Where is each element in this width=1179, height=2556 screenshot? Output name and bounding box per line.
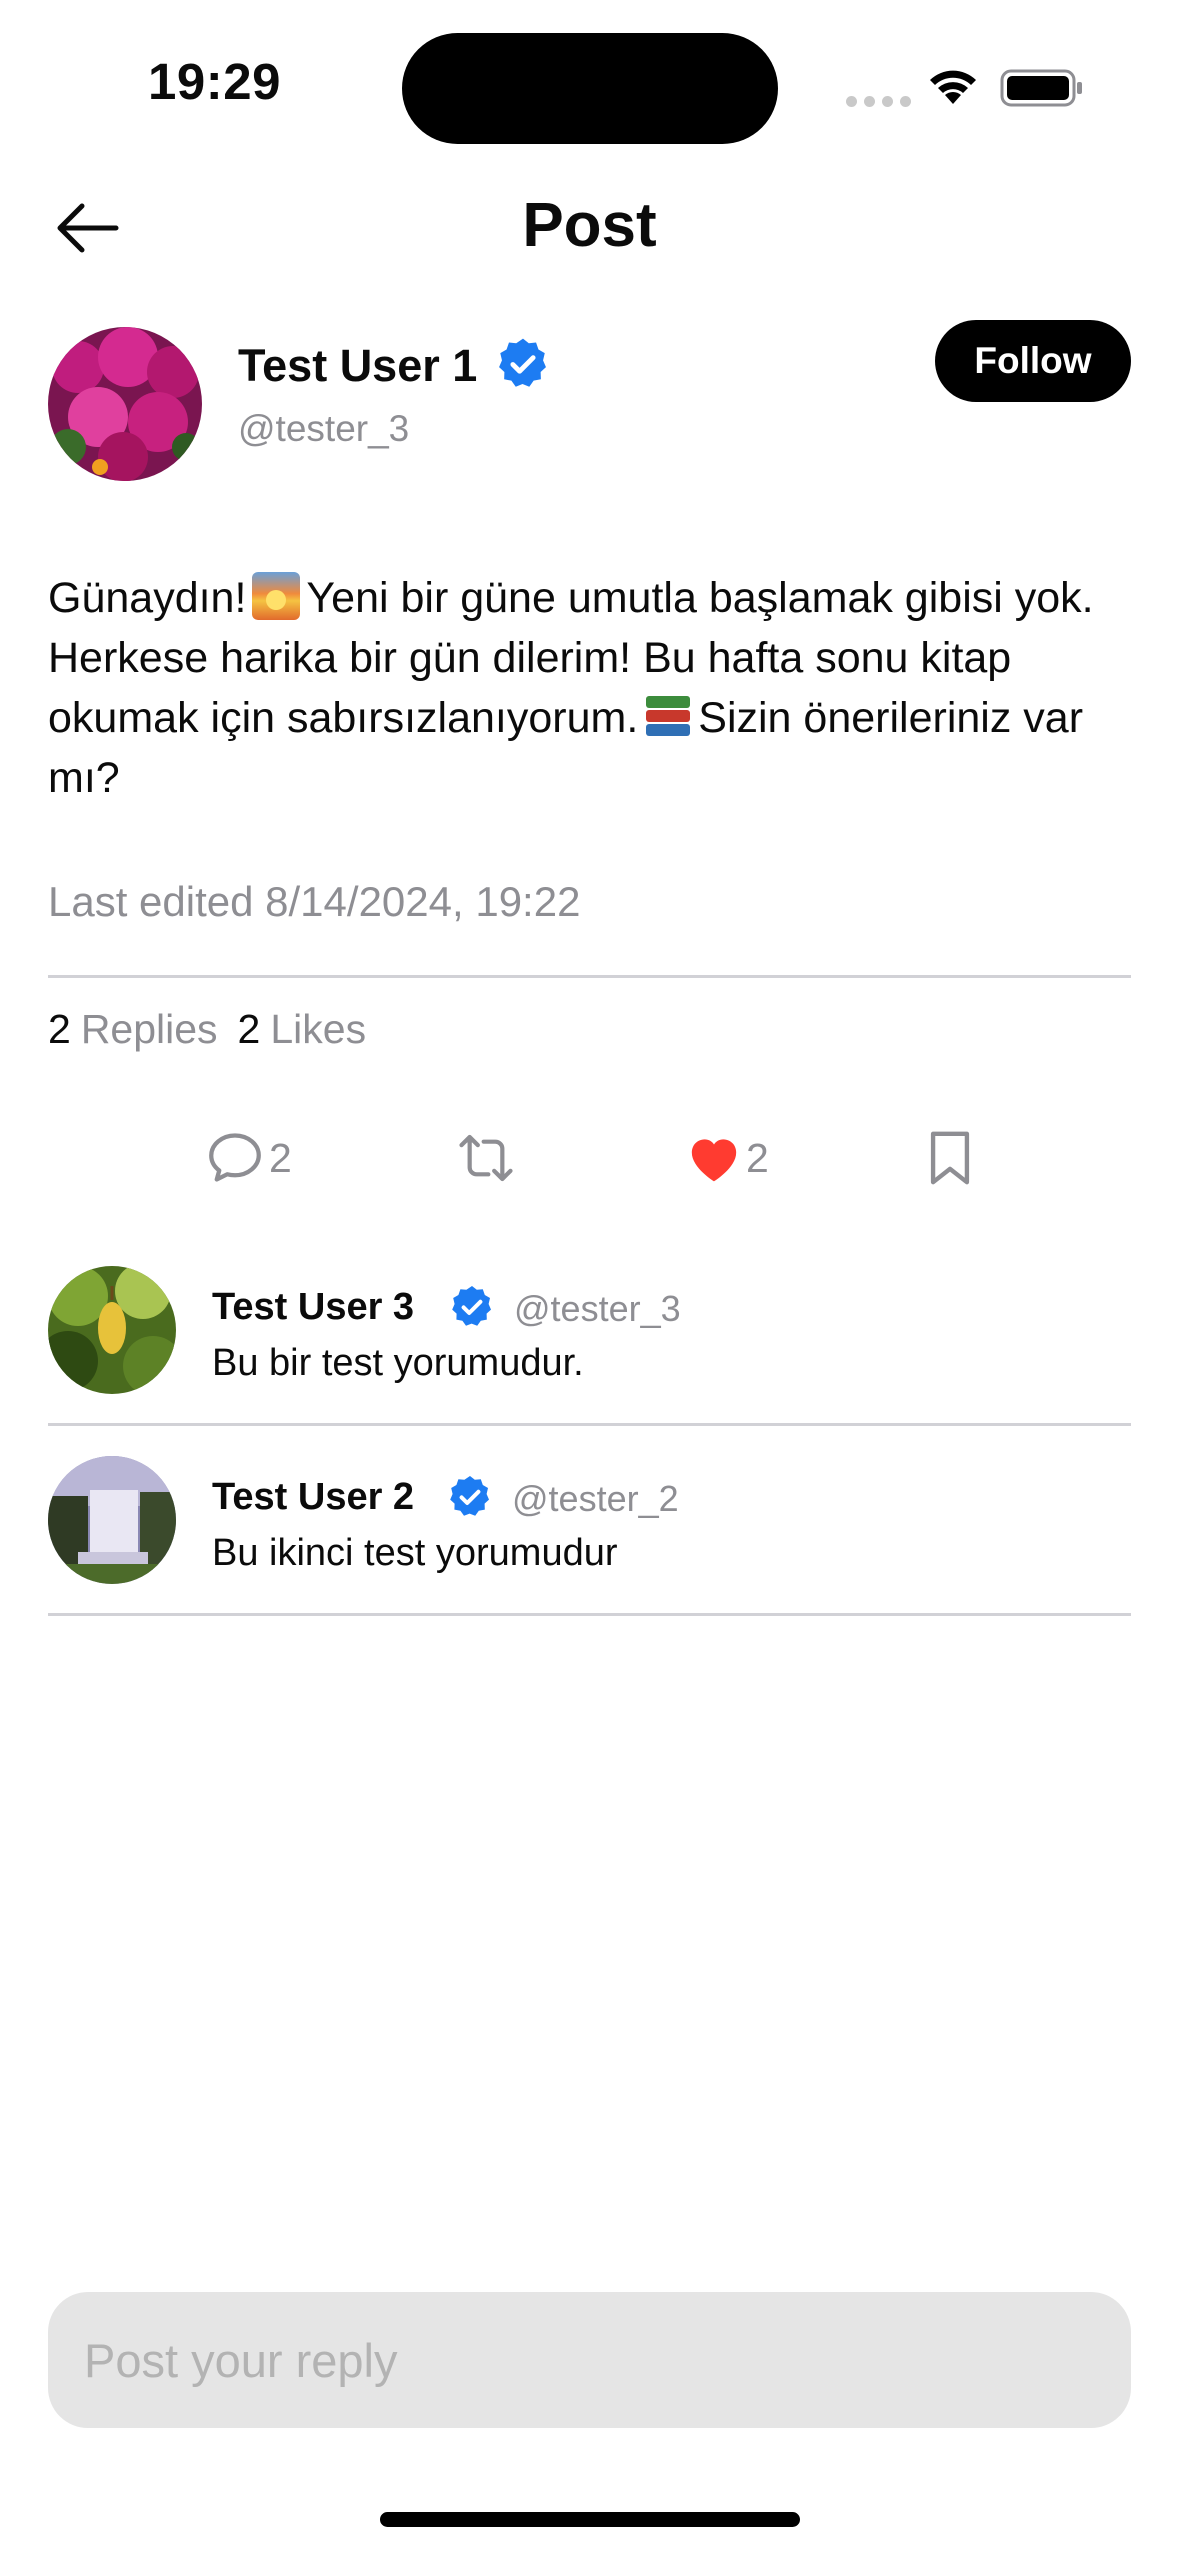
post-stats: 2 Replies 2 Likes	[48, 1006, 386, 1053]
bookmark-action-button[interactable]	[928, 1126, 972, 1190]
status-time: 19:29	[148, 53, 281, 110]
likes-count: 2	[237, 1006, 261, 1052]
divider	[48, 1423, 1131, 1426]
reply-count: 2	[269, 1134, 292, 1181]
books-emoji-icon	[644, 692, 692, 740]
post-text-part: Günaydın!	[48, 574, 247, 622]
reply-text: Bu bir test yorumudur.	[212, 1342, 584, 1384]
replies-count: 2	[48, 1006, 71, 1052]
reply-avatar[interactable]	[48, 1456, 176, 1584]
like-count: 2	[746, 1134, 769, 1181]
reply-author-handle: @tester_3	[514, 1288, 681, 1329]
wifi-icon	[926, 66, 980, 111]
page-title: Post	[522, 191, 657, 260]
verified-badge-icon	[446, 1473, 494, 1526]
author-handle: @tester_3	[238, 408, 410, 449]
likes-label[interactable]: Likes	[270, 1006, 366, 1052]
divider	[48, 1613, 1131, 1616]
repost-icon	[459, 1134, 513, 1182]
divider	[48, 975, 1131, 978]
reply-input[interactable]	[48, 2292, 1131, 2428]
reply-author-name[interactable]: Test User 3	[212, 1286, 414, 1329]
dynamic-island	[402, 33, 778, 144]
reply-action-button[interactable]: 2	[205, 1126, 292, 1190]
comment-icon	[209, 1133, 261, 1182]
reply-author-handle: @tester_2	[512, 1478, 679, 1519]
follow-button[interactable]: Follow	[935, 320, 1131, 402]
like-action-button[interactable]: 2	[686, 1126, 769, 1190]
heart-filled-icon	[691, 1139, 737, 1182]
replies-label[interactable]: Replies	[81, 1006, 218, 1052]
home-indicator[interactable]	[380, 2512, 800, 2527]
post-text: Günaydın! Yeni bir güne umutla başlamak g…	[48, 568, 1138, 808]
bookmark-icon	[930, 1131, 970, 1185]
verified-badge-icon	[494, 335, 552, 398]
cellular-signal-icon	[846, 96, 911, 107]
reply-author-name[interactable]: Test User 2	[212, 1476, 414, 1519]
author-name[interactable]: Test User 1	[238, 340, 477, 392]
battery-icon	[1000, 69, 1084, 112]
sunrise-emoji-icon	[252, 572, 301, 620]
author-avatar[interactable]	[48, 327, 202, 481]
reply-avatar[interactable]	[48, 1266, 176, 1394]
reply-text: Bu ikinci test yorumudur	[212, 1532, 618, 1574]
last-edited-timestamp: Last edited 8/14/2024, 19:22	[48, 878, 581, 925]
repost-action-button[interactable]	[455, 1126, 517, 1190]
verified-badge-icon	[448, 1283, 496, 1336]
